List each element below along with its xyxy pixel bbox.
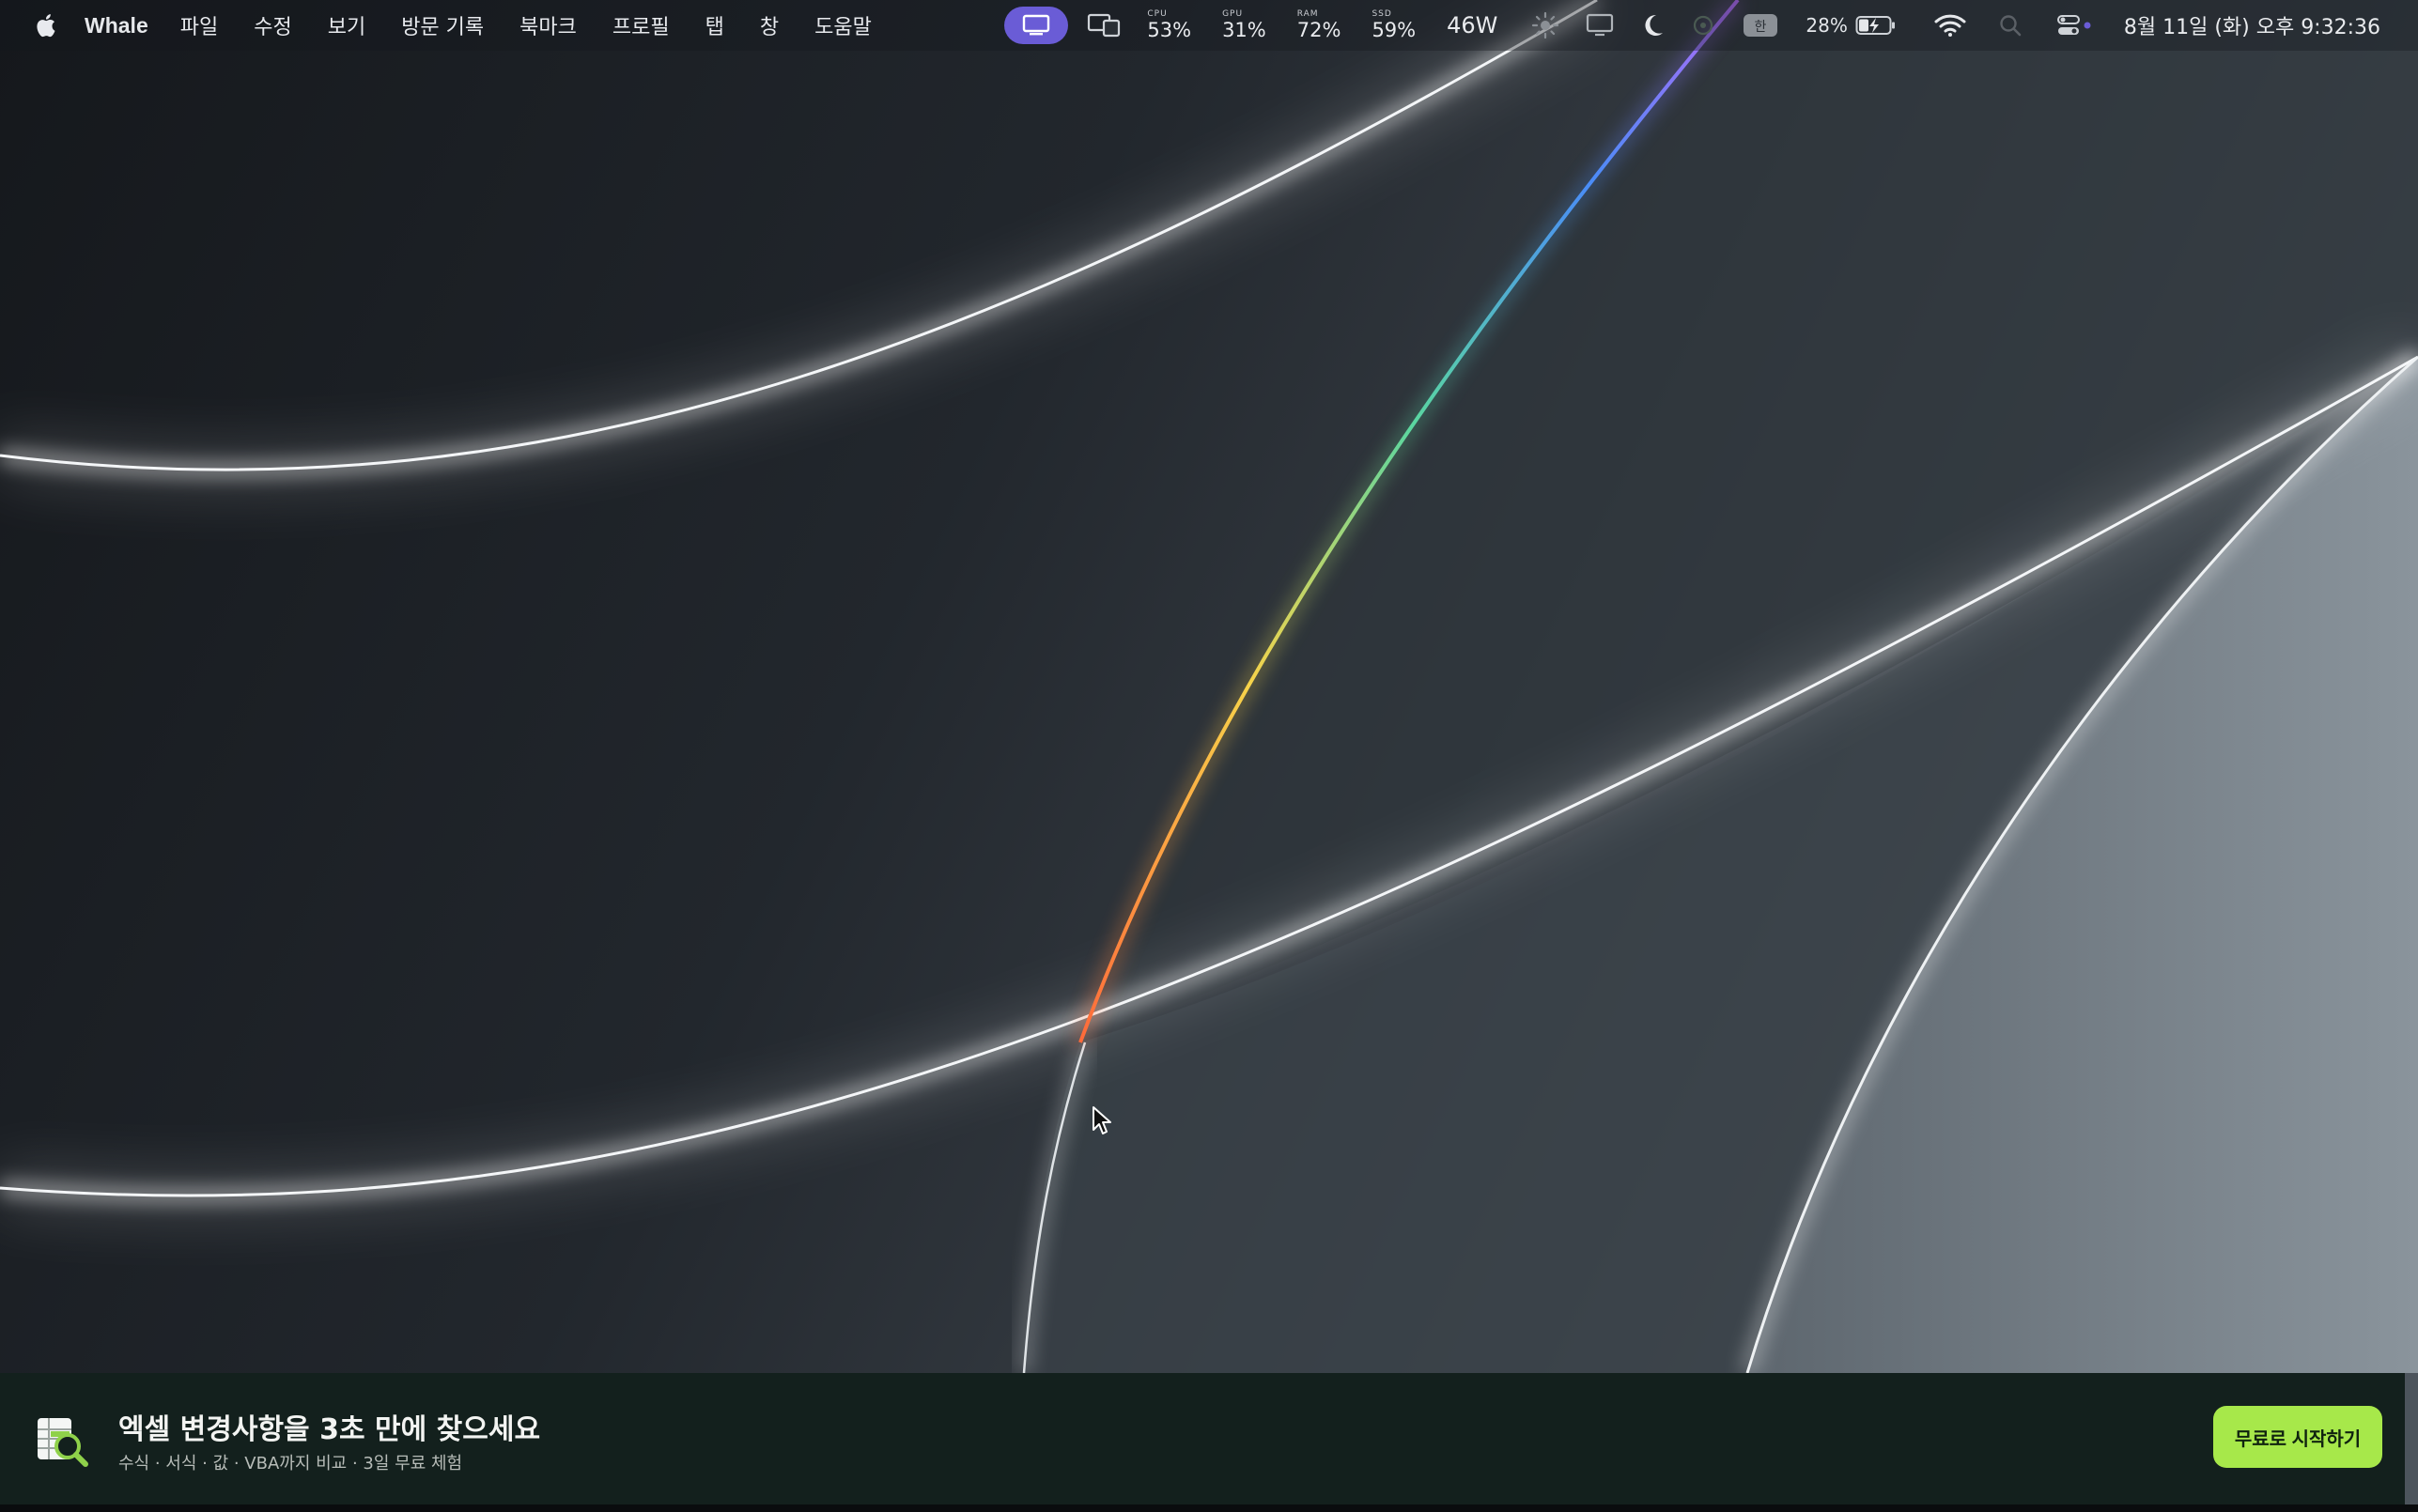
apple-logo-icon[interactable] — [32, 10, 58, 40]
bottom-edge — [0, 1504, 2418, 1512]
search-icon[interactable] — [1998, 13, 2023, 38]
ad-subtitle: 수식 · 서식 · 값 · VBA까지 비교 · 3일 무료 체험 — [118, 1454, 463, 1473]
svg-text:한: 한 — [1755, 20, 1767, 35]
display-icon[interactable] — [1586, 13, 1614, 38]
wallpaper — [0, 0, 2418, 1512]
desktop: Whale 파일 수정 보기 방문 기록 북마크 프로필 탭 창 도움말 CPU… — [0, 0, 2418, 1512]
brightness-icon[interactable] — [1531, 11, 1559, 39]
ssd-label: SSD — [1372, 9, 1392, 19]
ad-title: 엑셀 변경사항을 3초 만에 찾으세요 — [118, 1413, 541, 1446]
ram-stat[interactable]: RAM 72% — [1297, 10, 1341, 40]
wifi-icon[interactable] — [1934, 13, 1966, 38]
menu-edit[interactable]: 수정 — [254, 10, 291, 40]
menu-bookmarks[interactable]: 북마크 — [519, 10, 577, 40]
menu-history[interactable]: 방문 기록 — [401, 10, 484, 40]
screen-share-icon[interactable] — [1004, 7, 1069, 44]
cpu-value: 53% — [1147, 19, 1192, 41]
battery-charging-icon — [1855, 16, 1895, 35]
gpu-value: 31% — [1222, 19, 1266, 41]
ram-label: RAM — [1296, 9, 1319, 19]
ssd-value: 59% — [1372, 19, 1417, 41]
gpu-stat[interactable]: GPU 31% — [1222, 10, 1266, 40]
input-source-icon[interactable]: 한 — [1742, 11, 1779, 39]
ram-value: 72% — [1296, 19, 1341, 41]
display-mirror-icon[interactable] — [1087, 12, 1121, 39]
menu-view[interactable]: 보기 — [328, 10, 365, 40]
menu-file[interactable]: 파일 — [180, 10, 218, 40]
battery-percent: 28% — [1806, 14, 1848, 37]
moon-icon[interactable] — [1640, 12, 1665, 39]
menu-help[interactable]: 도움말 — [814, 10, 872, 40]
menu-bar: Whale 파일 수정 보기 방문 기록 북마크 프로필 탭 창 도움말 CPU… — [0, 0, 2418, 51]
menu-window[interactable]: 창 — [760, 10, 779, 40]
gpu-label: GPU — [1222, 9, 1244, 19]
spreadsheet-search-icon — [38, 1418, 88, 1467]
menu-bar-clock[interactable]: 8월 11일 (화) 오후 9:32:36 — [2124, 10, 2380, 40]
cpu-stat[interactable]: CPU 53% — [1147, 10, 1191, 40]
ssd-stat[interactable]: SSD 59% — [1372, 10, 1416, 40]
mouse-cursor-icon — [1093, 1106, 1111, 1134]
power-draw[interactable]: 46W — [1447, 12, 1497, 39]
start-free-button[interactable]: 무료로 시작하기 — [2213, 1406, 2382, 1468]
app-name-menu[interactable]: Whale — [85, 13, 148, 39]
control-center-icon[interactable] — [2056, 13, 2094, 38]
menu-tab[interactable]: 탭 — [705, 10, 724, 40]
cpu-label: CPU — [1147, 9, 1168, 19]
battery-status[interactable]: 28% — [1806, 14, 1896, 37]
record-indicator-icon[interactable] — [1691, 13, 1715, 38]
menu-profile[interactable]: 프로필 — [612, 10, 670, 40]
